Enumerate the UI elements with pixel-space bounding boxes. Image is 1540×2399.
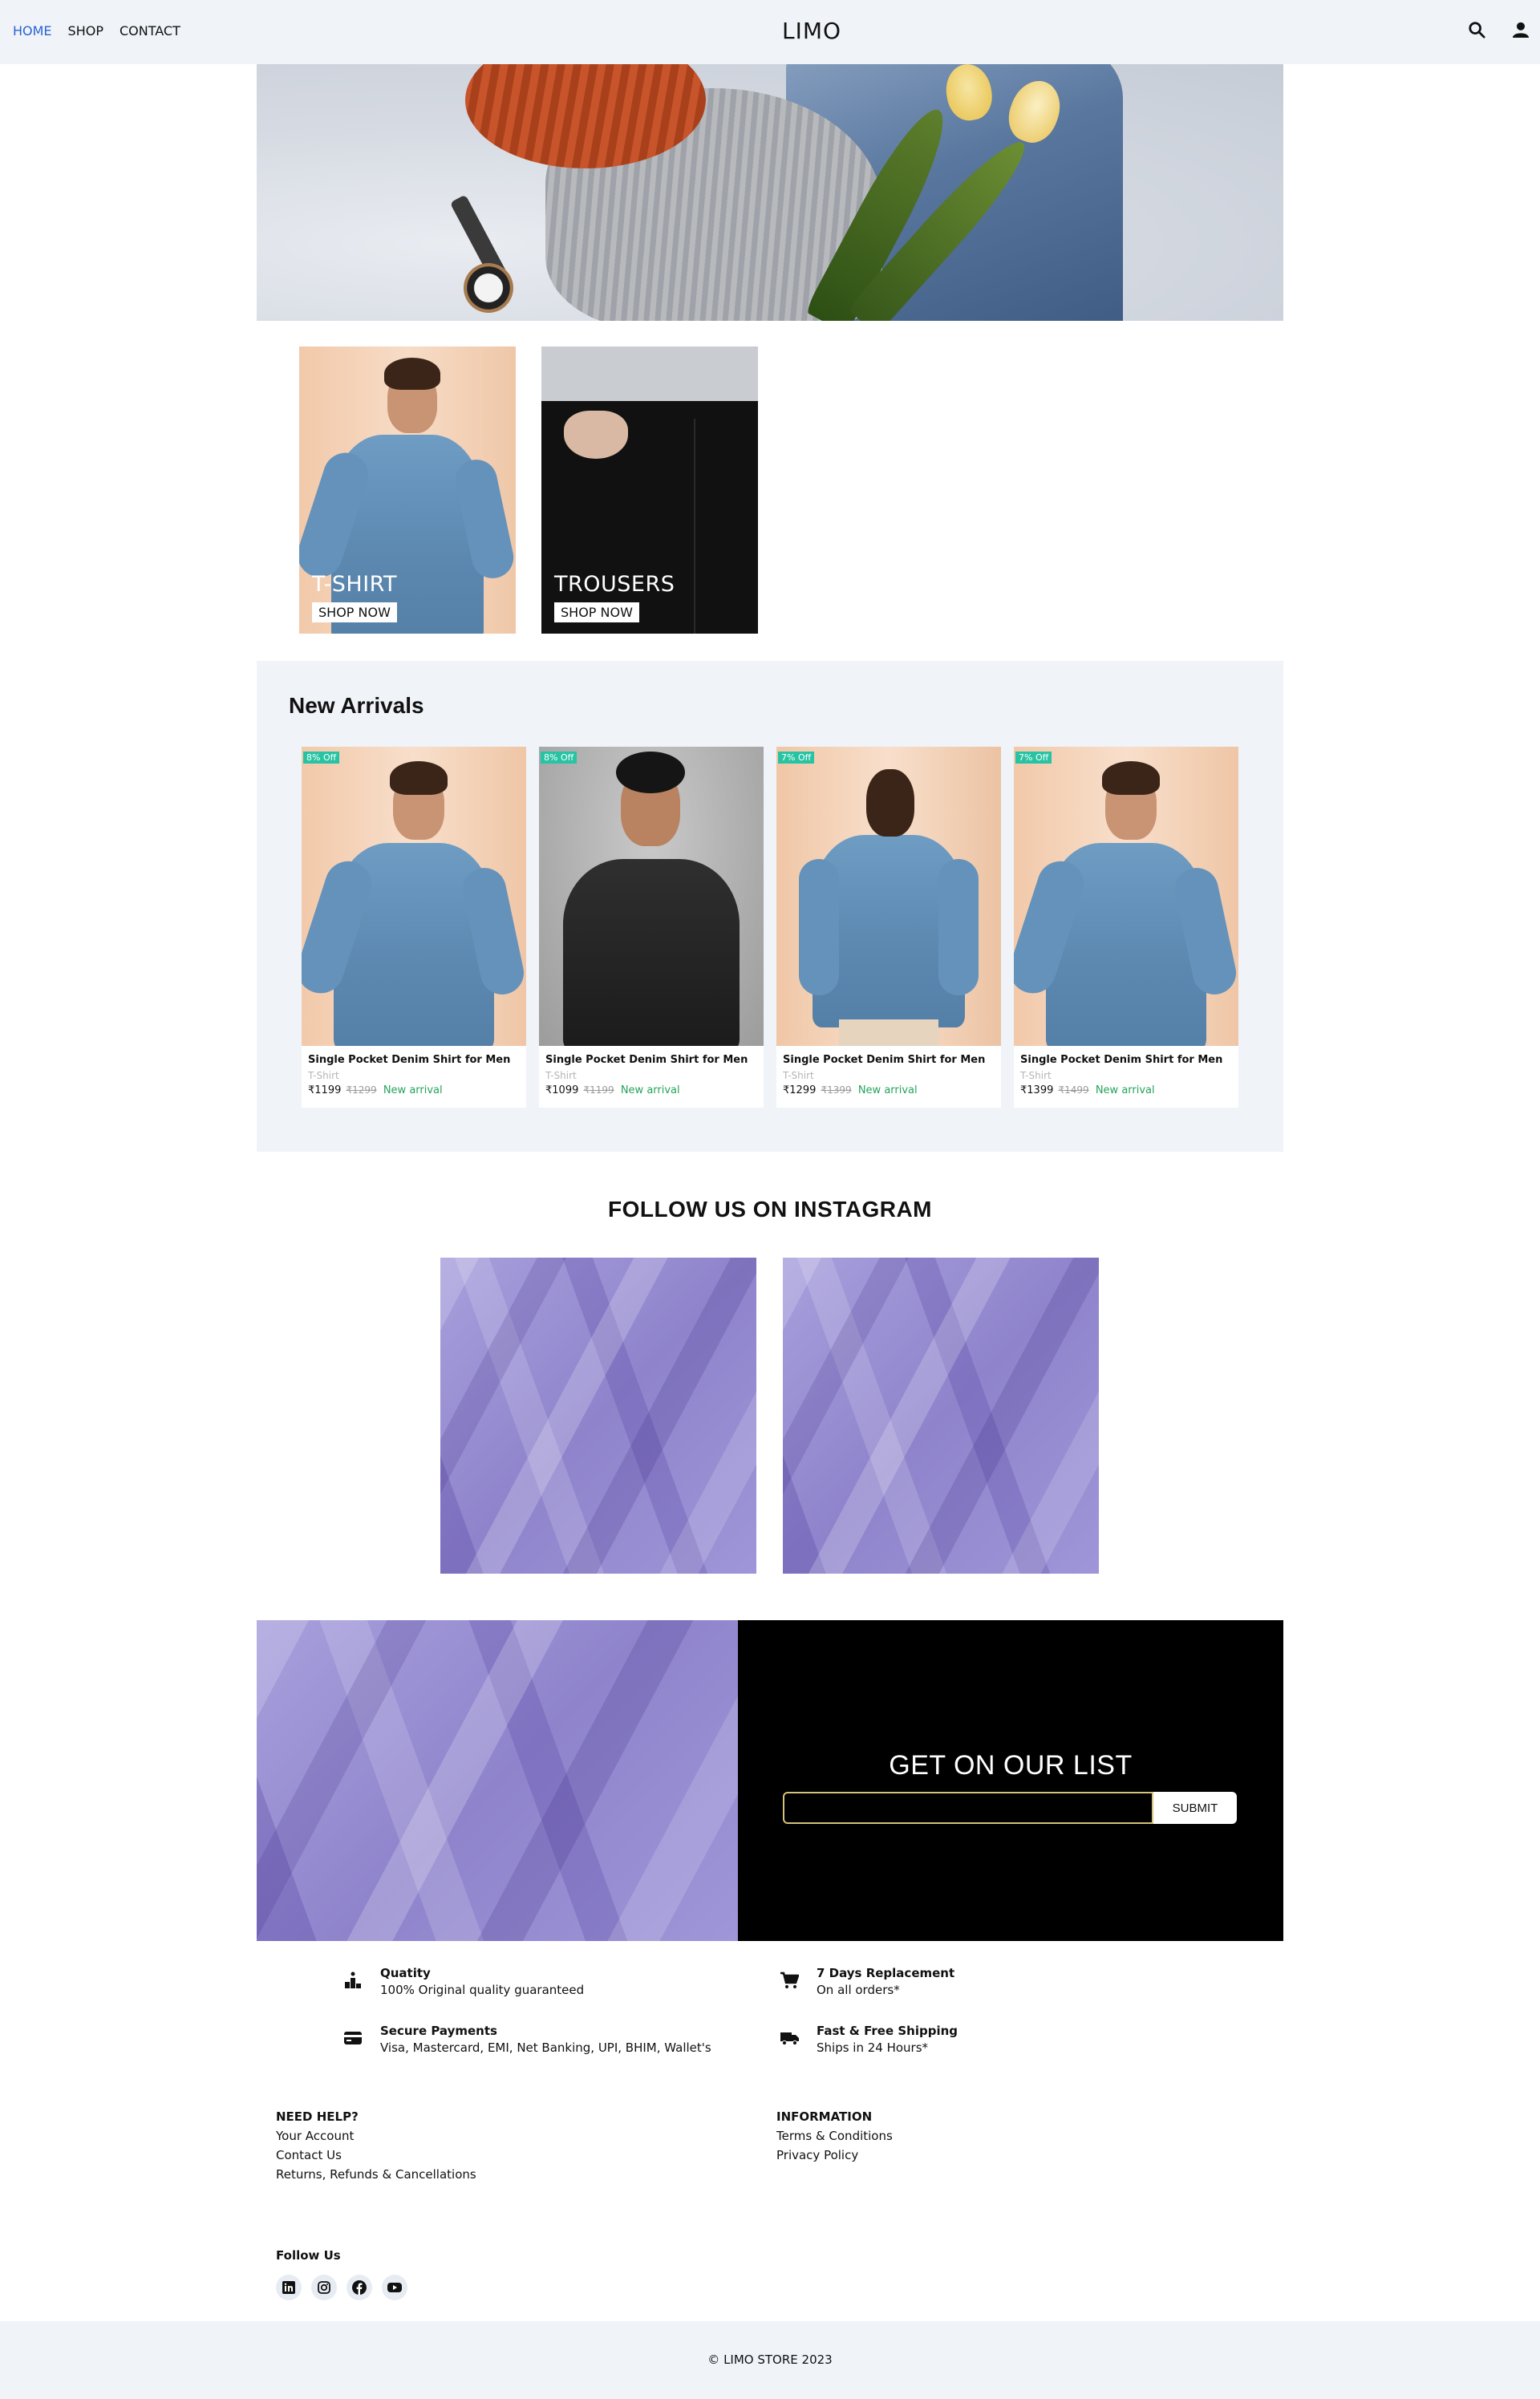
footer-bottom-bar: © LIMO STORE 2023 (0, 2321, 1540, 2399)
shop-now-button[interactable]: SHOP NOW (312, 602, 397, 622)
user-icon[interactable] (1513, 22, 1529, 38)
site-logo[interactable]: LIMO (0, 18, 1540, 44)
category-tile-tshirt[interactable]: T-SHIRT SHOP NOW (299, 346, 516, 634)
price-row: ₹1299 ₹1399 New arrival (783, 1084, 918, 1096)
footer-link-terms[interactable]: Terms & Conditions (776, 2126, 893, 2146)
footer-link-contact-us[interactable]: Contact Us (276, 2146, 476, 2165)
new-arrival-tag: New arrival (1095, 1084, 1155, 1096)
product-name[interactable]: Single Pocket Denim Shirt for Men (308, 1054, 510, 1066)
new-arrival-tag: New arrival (857, 1084, 918, 1096)
product-name[interactable]: Single Pocket Denim Shirt for Men (545, 1054, 748, 1066)
feature-title: Quatity (380, 1966, 431, 1980)
cart-icon (780, 1971, 800, 1990)
newsletter-box: GET ON OUR LIST SUBMIT (738, 1620, 1283, 1941)
top-navbar: HOME SHOP CONTACT LIMO (0, 0, 1540, 64)
product-price: ₹1299 (783, 1084, 817, 1096)
truck-icon (780, 2028, 799, 2048)
old-price: ₹1199 (583, 1084, 614, 1096)
footer-link-privacy[interactable]: Privacy Policy (776, 2146, 893, 2165)
old-price: ₹1499 (1058, 1084, 1089, 1096)
linkedin-icon[interactable] (276, 2275, 302, 2300)
product-image (539, 747, 764, 1046)
product-price: ₹1099 (545, 1084, 579, 1096)
price-row: ₹1099 ₹1199 New arrival (545, 1084, 680, 1096)
hand-in-pocket (564, 411, 628, 459)
product-card[interactable]: 7% Off Single Pocket Denim Shirt for Men… (1014, 747, 1238, 1108)
instagram-heading: FOLLOW US ON INSTAGRAM (608, 1197, 932, 1222)
newsletter-image (257, 1620, 738, 1941)
feature-text: On all orders* (817, 1983, 900, 1997)
newsletter-heading: GET ON OUR LIST (889, 1750, 1133, 1781)
old-price: ₹1299 (346, 1084, 377, 1096)
category-title: T-SHIRT (312, 572, 397, 597)
copyright-text: © LIMO STORE 2023 (707, 2352, 833, 2367)
trouser-seam (694, 419, 695, 634)
feature-text: 100% Original quality guaranteed (380, 1983, 585, 1997)
category-title: TROUSERS (554, 572, 675, 597)
nav-icons (1468, 21, 1529, 38)
price-row: ₹1399 ₹1499 New arrival (1020, 1084, 1155, 1096)
product-card[interactable]: 8% Off Single Pocket Denim Shirt for Men… (302, 747, 526, 1108)
footer-heading: NEED HELP? (276, 2109, 359, 2124)
discount-badge: 8% Off (541, 752, 578, 764)
product-price: ₹1399 (1020, 1084, 1054, 1096)
quality-icon (343, 1971, 363, 1990)
instagram-post[interactable] (783, 1258, 1099, 1574)
product-image (776, 747, 1001, 1046)
facebook-icon[interactable] (346, 2275, 372, 2300)
feature-title: Secure Payments (380, 2024, 497, 2038)
feature-title: 7 Days Replacement (817, 1966, 955, 1980)
youtube-icon[interactable] (382, 2275, 407, 2300)
footer-link-returns[interactable]: Returns, Refunds & Cancellations (276, 2165, 476, 2184)
new-arrivals-section: New Arrivals 8% Off Single Pocket Denim … (257, 661, 1283, 1152)
search-icon[interactable] (1468, 21, 1485, 38)
instagram-icon[interactable] (311, 2275, 337, 2300)
section-heading: New Arrivals (289, 693, 424, 718)
feature-quality: Quatity 100% Original quality guaranteed (343, 1966, 584, 1997)
hero-banner (257, 64, 1283, 321)
category-tile-trousers[interactable]: TROUSERS SHOP NOW (541, 346, 758, 634)
social-links (276, 2275, 407, 2300)
product-category: T-Shirt (308, 1070, 339, 1081)
product-price: ₹1199 (308, 1084, 342, 1096)
product-card[interactable]: 7% Off Single Pocket Denim Shirt for Men… (776, 747, 1001, 1108)
feature-shipping: Fast & Free Shipping Ships in 24 Hours* (780, 2024, 958, 2055)
product-name[interactable]: Single Pocket Denim Shirt for Men (783, 1054, 985, 1066)
feature-text: Visa, Mastercard, EMI, Net Banking, UPI,… (380, 2040, 711, 2055)
product-name[interactable]: Single Pocket Denim Shirt for Men (1020, 1054, 1222, 1066)
feature-secure-payments: Secure Payments Visa, Mastercard, EMI, N… (343, 2024, 711, 2055)
old-price: ₹1399 (821, 1084, 852, 1096)
discount-badge: 8% Off (303, 752, 340, 764)
credit-card-icon (343, 2028, 363, 2048)
new-arrival-tag: New arrival (383, 1084, 443, 1096)
product-category: T-Shirt (783, 1070, 814, 1081)
footer-info-column: INFORMATION Terms & Conditions Privacy P… (776, 2107, 893, 2165)
hero-watch (464, 263, 513, 313)
discount-badge: 7% Off (778, 752, 815, 764)
feature-text: Ships in 24 Hours* (817, 2040, 929, 2055)
newsletter-email-input[interactable] (783, 1792, 1153, 1824)
price-row: ₹1199 ₹1299 New arrival (308, 1084, 443, 1096)
discount-badge: 7% Off (1015, 752, 1052, 764)
submit-button[interactable]: SUBMIT (1153, 1792, 1237, 1824)
feature-replacement: 7 Days Replacement On all orders* (780, 1966, 954, 1997)
product-card[interactable]: 8% Off Single Pocket Denim Shirt for Men… (539, 747, 764, 1108)
instagram-post[interactable] (440, 1258, 756, 1574)
feature-title: Fast & Free Shipping (817, 2024, 958, 2038)
new-arrival-tag: New arrival (620, 1084, 680, 1096)
shop-now-button[interactable]: SHOP NOW (554, 602, 639, 622)
product-image (1014, 747, 1238, 1046)
footer-help-column: NEED HELP? Your Account Contact Us Retur… (276, 2107, 476, 2184)
follow-us-heading: Follow Us (276, 2248, 341, 2263)
product-category: T-Shirt (1020, 1070, 1052, 1081)
footer-link-your-account[interactable]: Your Account (276, 2126, 476, 2146)
footer-heading: INFORMATION (776, 2109, 873, 2124)
product-image (302, 747, 526, 1046)
product-category: T-Shirt (545, 1070, 577, 1081)
